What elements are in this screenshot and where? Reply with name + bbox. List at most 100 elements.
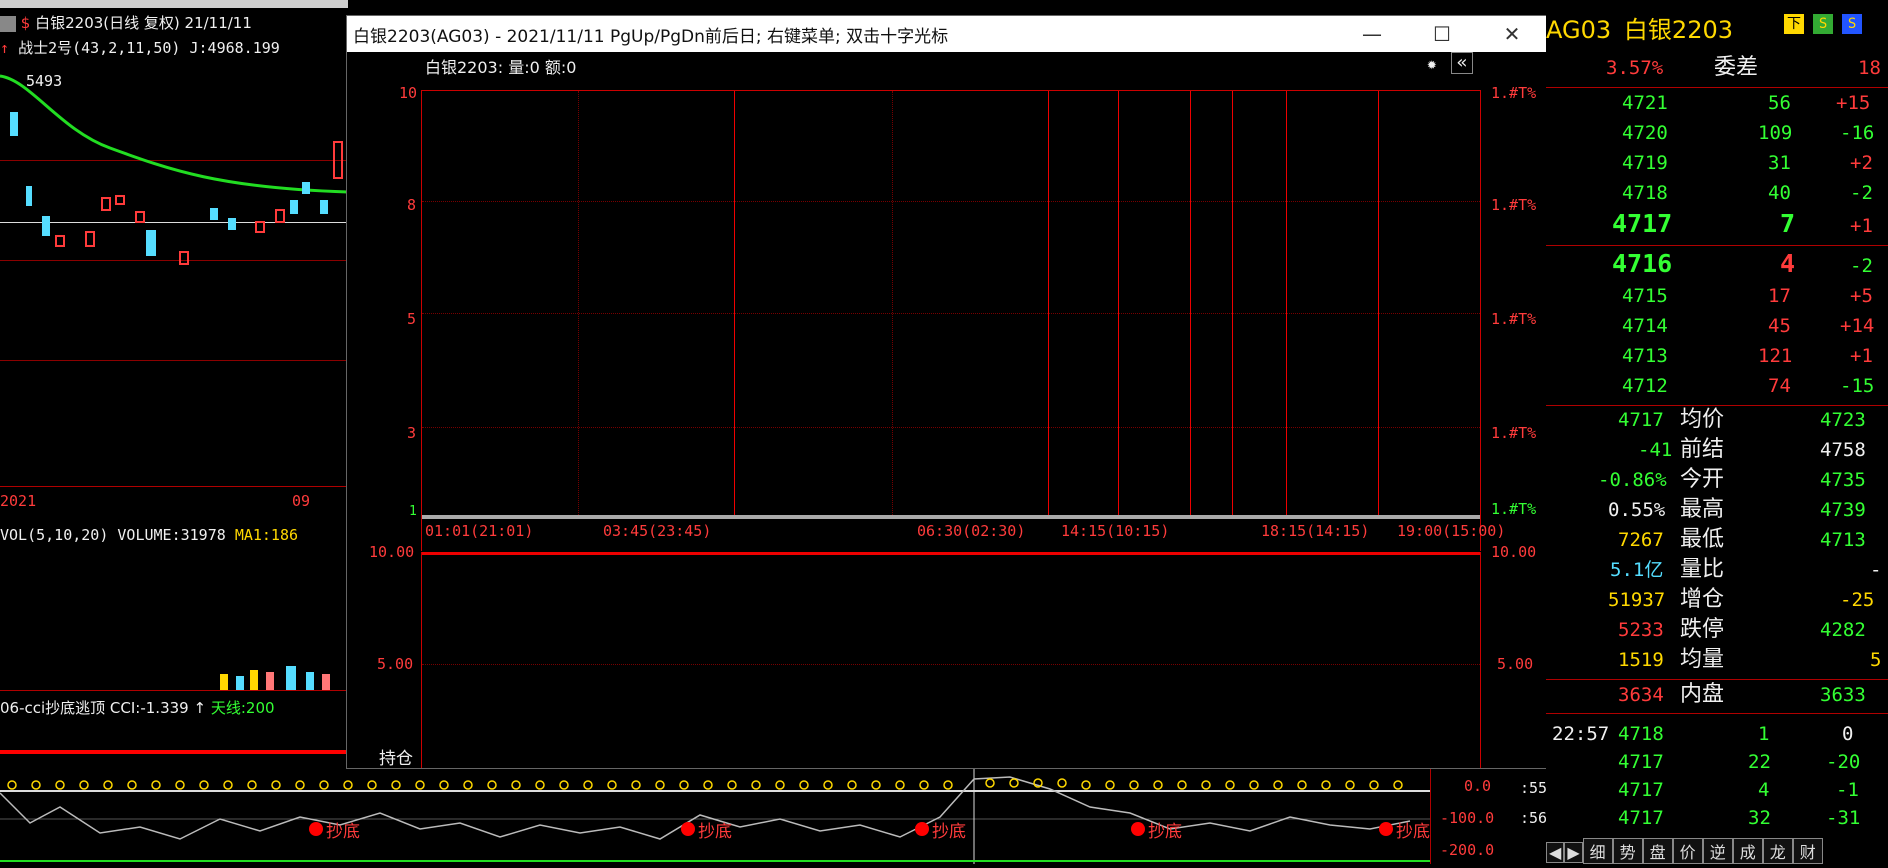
chart-header-vol: 量:0 <box>508 58 540 77</box>
y-right-label: 1.#T% <box>1491 424 1537 442</box>
bid-vol: 45 <box>1768 315 1791 337</box>
maximize-button[interactable]: ☐ <box>1407 16 1477 52</box>
tab-trades[interactable]: 成 <box>1732 838 1763 864</box>
cci-label: 06-cci抄底逃顶 CCI:-1.339 <box>0 699 189 717</box>
stat-v2: - <box>1870 559 1882 581</box>
switch-icon[interactable]: S <box>1813 14 1834 34</box>
arrow-up-icon: ↑ <box>193 699 207 717</box>
lower-y-right-label: 5.00 <box>1497 655 1534 673</box>
bid-vol: 17 <box>1768 285 1791 307</box>
cci-chart <box>0 767 1430 864</box>
stat-v1: 4717 <box>1618 409 1664 431</box>
time-axis-label: 18:15(14:15) <box>1261 522 1370 540</box>
open-interest-chart[interactable] <box>421 552 1481 768</box>
y-right-label: 1.#T% <box>1491 84 1537 102</box>
stat-v1: 7267 <box>1618 529 1664 551</box>
period-icon[interactable] <box>0 15 16 32</box>
close-button[interactable]: ✕ <box>1477 16 1547 52</box>
kline-header: $ 白银2203(日线 复权) 21/11/11 <box>0 12 348 34</box>
background-kline-chart[interactable]: $ 白银2203(日线 复权) 21/11/11 ↑ 战士2号(43,2,11,… <box>0 0 348 864</box>
tab-trend[interactable]: 势 <box>1612 838 1643 864</box>
download-icon[interactable]: 下 <box>1784 14 1804 34</box>
time-axis-label: 19:00(15:00) <box>1397 522 1506 540</box>
price-chart-area[interactable] <box>421 90 1481 555</box>
cci-mark-1: 抄底 <box>326 822 360 842</box>
stat-v2: 4739 <box>1820 499 1866 521</box>
bid-vol: 74 <box>1768 375 1791 397</box>
indicator-label: 战士2号(43,2,11,50) J:4968.199 <box>18 39 280 57</box>
window-titlebar[interactable]: 白银2203(AG03) - 2021/11/11 PgUp/PgDn前后日; … <box>347 16 1547 52</box>
symbol-s-icon: $ <box>20 14 31 32</box>
tab-dragon[interactable]: 龙 <box>1762 838 1793 864</box>
ma1-label: MA1:186 <box>234 526 299 544</box>
stat-label: 今开 <box>1680 467 1725 492</box>
cci-scale-m100: -100.0 <box>1440 809 1495 827</box>
vol-label: VOL(5,10,20) VOLUME:31978 <box>0 526 226 544</box>
y-label-8: 8 <box>407 196 417 214</box>
quote-panel[interactable]: AG03 白银2203 下 S S 3.57% 委差 18 4721 56 +1… <box>1546 0 1888 864</box>
time-axis-label: 06:30(02:30) <box>917 522 1026 540</box>
sort-icon[interactable]: S <box>1842 14 1863 34</box>
ask-price: 4721 <box>1622 92 1668 114</box>
minute-chart-window[interactable]: 白银2203(AG03) - 2021/11/11 PgUp/PgDn前后日; … <box>346 15 1548 769</box>
time-axis-label: 03:45(23:45) <box>603 522 712 540</box>
y-label-5: 5 <box>407 310 417 328</box>
bid-chg: -2 <box>1850 255 1873 277</box>
waipan-val: 3633 <box>1820 684 1866 706</box>
tick-price: 4717 <box>1618 751 1664 773</box>
ask-vol: 109 <box>1758 122 1793 144</box>
stat-label: 最低 <box>1680 527 1725 552</box>
settings-icon[interactable]: ✹ <box>1427 54 1437 73</box>
kline-symbol-label: 白银2203(日线 复权) 21/11/11 <box>35 14 252 32</box>
ask-vol: 56 <box>1768 92 1791 114</box>
tab-price[interactable]: 价 <box>1672 838 1703 864</box>
stat-label: 最高 <box>1680 497 1725 522</box>
tianxian-label: 天线:200 <box>210 699 275 717</box>
ask-vol: 40 <box>1768 182 1791 204</box>
cci-scale-m200: -200.0 <box>1440 841 1495 859</box>
tick-price: 4718 <box>1618 723 1664 745</box>
tab-book[interactable]: 盘 <box>1642 838 1673 864</box>
tab-detail[interactable]: 细 <box>1582 838 1613 864</box>
time-label: :55 <box>1520 779 1548 797</box>
weibi-pct: 3.57% <box>1606 57 1664 79</box>
time-axis-label: 14:15(10:15) <box>1061 522 1170 540</box>
collapse-icon[interactable]: « <box>1451 52 1473 74</box>
volume-bars <box>220 666 330 690</box>
stat-label: 前结 <box>1680 437 1725 462</box>
stat-v2: 4758 <box>1820 439 1866 461</box>
weibi-val: 18 <box>1858 57 1881 79</box>
ask-chg: -2 <box>1850 182 1873 204</box>
vol-header: VOL(5,10,20) VOLUME:31978 MA1:186 <box>0 526 298 544</box>
stat-v2: 4713 <box>1820 529 1866 551</box>
bid-price: 4714 <box>1622 315 1668 337</box>
prev-arrow-icon[interactable]: ◀ <box>1546 842 1565 863</box>
minimize-button[interactable]: — <box>1337 16 1407 52</box>
bottom-tab-bar: ◀ ▶ 细势盘价逆成龙财 <box>1546 838 1888 864</box>
y-right-label: 1.#T% <box>1491 310 1537 328</box>
tick-price: 4717 <box>1618 779 1664 801</box>
ask-price: 4720 <box>1622 122 1668 144</box>
cci-indicator-panel[interactable]: 抄底 抄底 抄底 抄底 抄底 0.0 -100.0 -200.0 :55 :56 <box>0 767 1548 864</box>
cci-mark-4: 抄底 <box>1148 822 1182 842</box>
tick-vol: 32 <box>1748 807 1771 829</box>
y-label-10: 10 <box>399 84 418 102</box>
cci-mark-5: 抄底 <box>1396 822 1430 842</box>
stat-label: 均价 <box>1680 407 1725 432</box>
bid-chg: +5 <box>1850 285 1873 307</box>
ask-chg: -16 <box>1840 122 1875 144</box>
y-label-1: 1 <box>409 504 417 519</box>
stat-v1: 1519 <box>1618 649 1664 671</box>
tab-finance[interactable]: 财 <box>1792 838 1823 864</box>
stat-label: 跌停 <box>1680 617 1725 642</box>
tick-chg: -31 <box>1826 807 1861 829</box>
cci-mark-2: 抄底 <box>698 822 732 842</box>
bid-chg: +14 <box>1840 315 1875 337</box>
lower-y-label: 10.00 <box>369 543 415 561</box>
next-arrow-icon[interactable]: ▶ <box>1564 842 1583 863</box>
stat-v1: 0.55% <box>1608 499 1666 521</box>
stat-v1: 5.1亿 <box>1610 559 1664 581</box>
ask-price: 4718 <box>1622 182 1668 204</box>
stat-label: 增仓 <box>1680 587 1725 612</box>
tab-reverse[interactable]: 逆 <box>1702 838 1733 864</box>
